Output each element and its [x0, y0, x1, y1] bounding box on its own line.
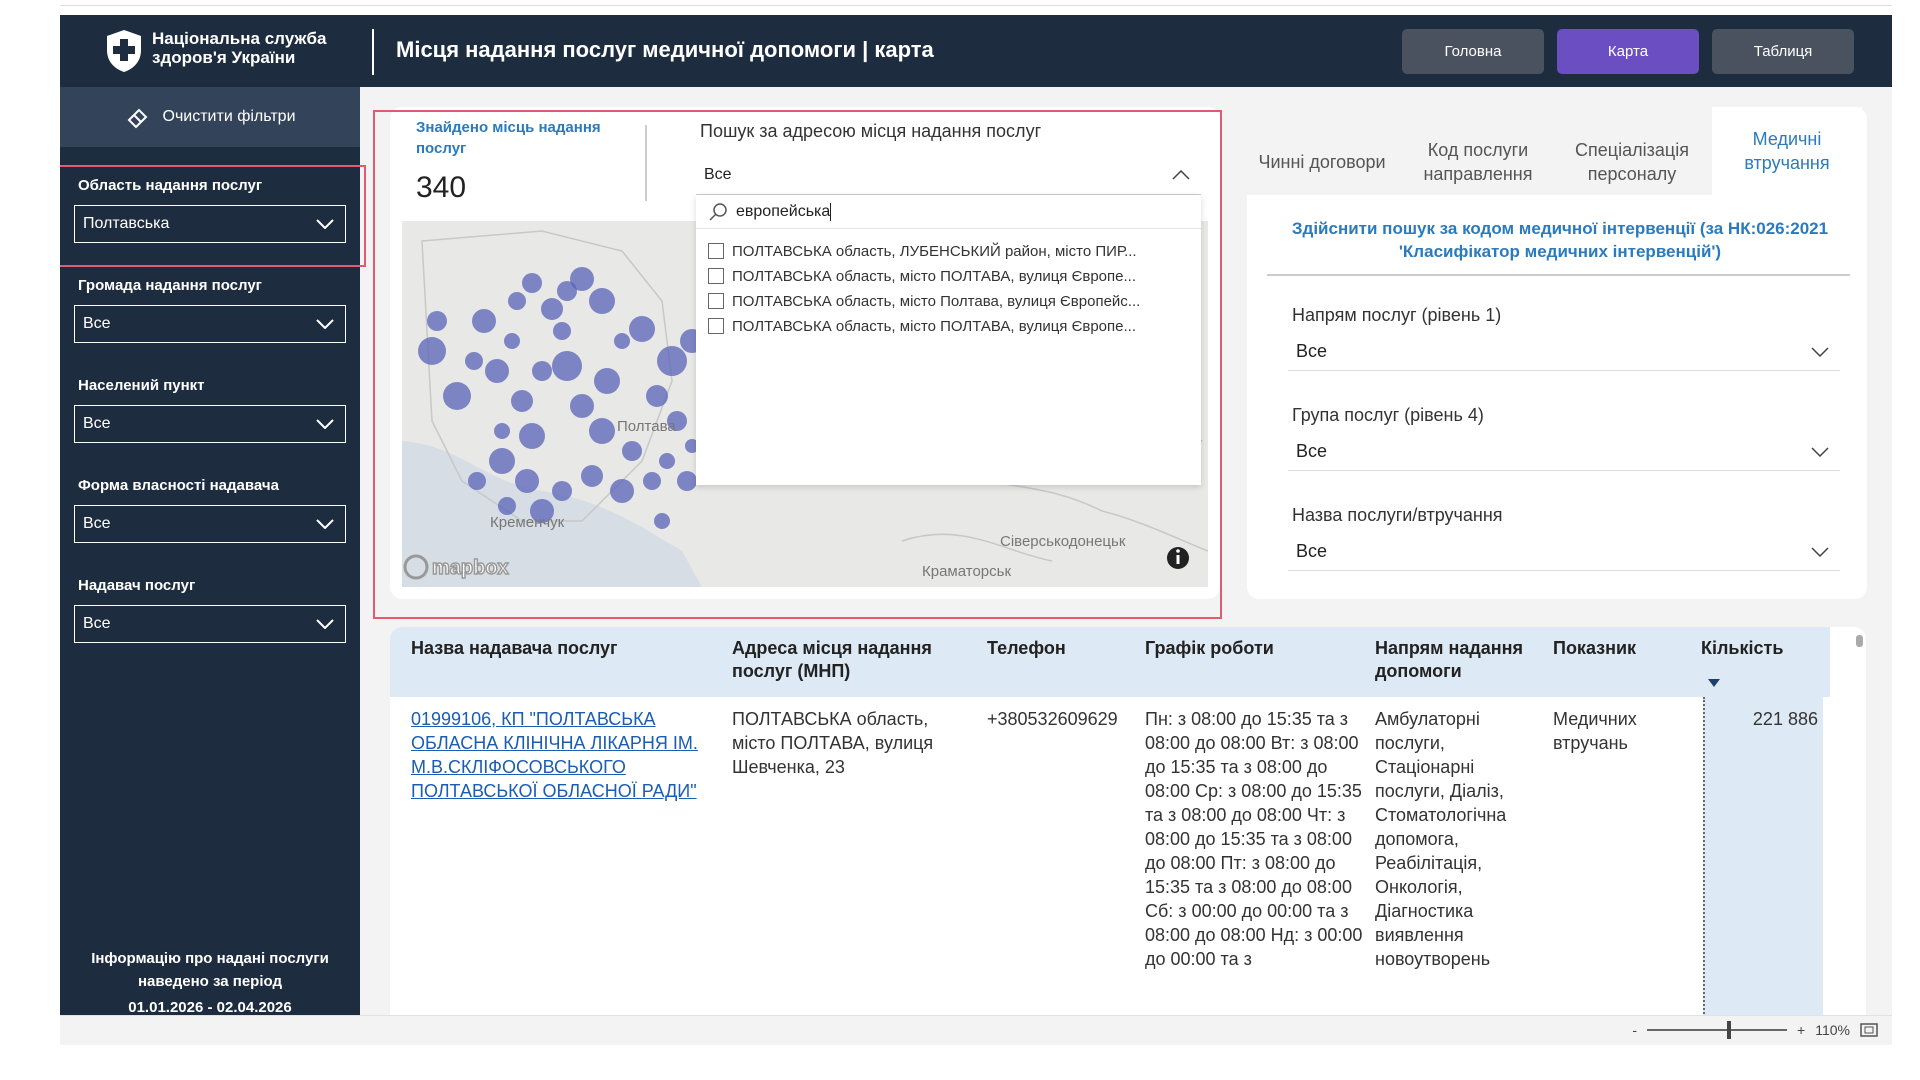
status-bar: - + 110% — [60, 1015, 1892, 1045]
nav-table-button[interactable]: Таблиця — [1712, 29, 1854, 74]
community-filter-value: Все — [83, 315, 111, 332]
header-divider — [372, 29, 374, 75]
eraser-icon — [127, 108, 147, 129]
fit-page-icon[interactable] — [1860, 1023, 1878, 1037]
community-filter-select[interactable]: Все — [74, 305, 346, 343]
direction-cell: Амбулаторні послуги, Стаціонарні послуги… — [1375, 709, 1507, 969]
tab-referral-code[interactable]: Код послуги направлення — [1403, 127, 1553, 197]
column-header-address[interactable]: Адреса місця надання послуг (МНП) — [732, 637, 962, 683]
zoom-control: - + 110% — [1632, 1021, 1878, 1039]
service-direction-value: Все — [1296, 341, 1328, 361]
provider-link[interactable]: 01999106, КП "ПОЛТАВСЬКА ОБЛАСНА КЛІНІЧН… — [411, 709, 698, 801]
provider-filter-select[interactable]: Все — [74, 605, 346, 643]
header: Національна служба здоров'я України Місц… — [60, 15, 1892, 87]
column-header-provider[interactable]: Назва надавача послуг — [411, 637, 711, 660]
address-cell: ПОЛТАВСЬКА область, місто ПОЛТАВА, вулиц… — [732, 709, 934, 777]
tab-contracts[interactable]: Чинні договори — [1247, 127, 1397, 197]
service-group-select[interactable]: Все — [1288, 433, 1840, 471]
ownership-filter-label: Форма власності надавача — [78, 477, 279, 494]
report-canvas: Національна служба здоров'я України Місц… — [60, 15, 1892, 1045]
chevron-down-icon — [1800, 546, 1840, 557]
clear-filters-label: Очистити фільтри — [162, 108, 296, 125]
panel-divider — [1267, 274, 1850, 276]
service-name-select[interactable]: Все — [1288, 533, 1840, 571]
ownership-filter-select[interactable]: Все — [74, 505, 346, 543]
map-section-highlight — [373, 110, 1222, 619]
service-group-value: Все — [1296, 441, 1328, 461]
quantity-cell-bg — [1703, 697, 1823, 1037]
service-direction-select[interactable]: Все — [1288, 333, 1840, 371]
chevron-down-icon — [305, 506, 345, 542]
community-filter-label: Громада надання послуг — [78, 277, 262, 294]
chevron-down-icon — [1800, 346, 1840, 357]
chevron-down-icon — [305, 606, 345, 642]
chevron-down-icon — [305, 406, 345, 442]
settlement-filter-label: Населений пункт — [78, 377, 205, 394]
tab-staff-specialization[interactable]: Спеціалізація персоналу — [1557, 127, 1707, 197]
service-name-label: Назва послуги/втручання — [1292, 505, 1503, 525]
zoom-level: 110% — [1815, 1022, 1850, 1038]
service-direction-label: Напрям послуг (рівень 1) — [1292, 305, 1502, 325]
provider-filter-label: Надавач послуг — [78, 577, 196, 594]
code-search-link[interactable]: Здійснити пошук за кодом медичної інтерв… — [1270, 217, 1850, 263]
ownership-filter-value: Все — [83, 515, 111, 532]
nav-home-button[interactable]: Головна — [1402, 29, 1544, 74]
column-header-direction[interactable]: Напрям надання допомоги — [1375, 637, 1535, 683]
provider-filter-value: Все — [83, 615, 111, 632]
indicator-cell: Медичних втручань — [1553, 709, 1637, 753]
column-header-quantity[interactable]: Кількість — [1701, 637, 1783, 660]
filter-sidebar: Очистити фільтри Область надання послуг … — [60, 87, 366, 1045]
zoom-slider[interactable] — [1647, 1021, 1788, 1039]
chevron-down-icon — [305, 306, 345, 342]
providers-table: Назва надавача послуг Адреса місця надан… — [390, 627, 1866, 1037]
clear-filters-button[interactable]: Очистити фільтри — [60, 87, 360, 147]
column-header-schedule[interactable]: Графік роботи — [1145, 637, 1274, 660]
tab-medical-interventions[interactable]: Медичні втручання — [1712, 107, 1862, 195]
chevron-down-icon — [1800, 446, 1840, 457]
service-group-label: Група послуг (рівень 4) — [1292, 405, 1484, 425]
table-scrollbar[interactable] — [1856, 635, 1863, 647]
schedule-cell: Пн: з 08:00 до 15:35 та з 08:00 до 08:00… — [1145, 709, 1363, 969]
org-name: Національна служба здоров'я України — [152, 29, 327, 67]
zoom-out-button[interactable]: - — [1632, 1022, 1637, 1038]
provider-cell: 01999106, КП "ПОЛТАВСЬКА ОБЛАСНА КЛІНІЧН… — [411, 707, 711, 803]
service-name-value: Все — [1296, 541, 1328, 561]
region-filter-highlight — [60, 165, 366, 267]
quantity-cell: 221 886 — [1752, 709, 1818, 729]
column-header-phone[interactable]: Телефон — [987, 637, 1066, 660]
shield-cross-icon — [107, 30, 141, 72]
period-value: 01.01.2026 - 02.04.2026 — [128, 999, 292, 1016]
zoom-slider-thumb[interactable] — [1727, 1021, 1732, 1039]
nav-map-button[interactable]: Карта — [1557, 29, 1699, 74]
settlement-filter-value: Все — [83, 415, 111, 432]
sort-desc-icon — [1708, 679, 1720, 687]
zoom-in-button[interactable]: + — [1797, 1022, 1805, 1038]
phone-cell: +380532609629 — [987, 709, 1118, 729]
settlement-filter-select[interactable]: Все — [74, 405, 346, 443]
top-divider — [60, 5, 1892, 6]
page-title: Місця надання послуг медичної допомоги |… — [396, 37, 934, 62]
column-header-indicator[interactable]: Показник — [1553, 637, 1636, 660]
period-label: Інформацію про надані послуги наведено з… — [91, 950, 329, 990]
